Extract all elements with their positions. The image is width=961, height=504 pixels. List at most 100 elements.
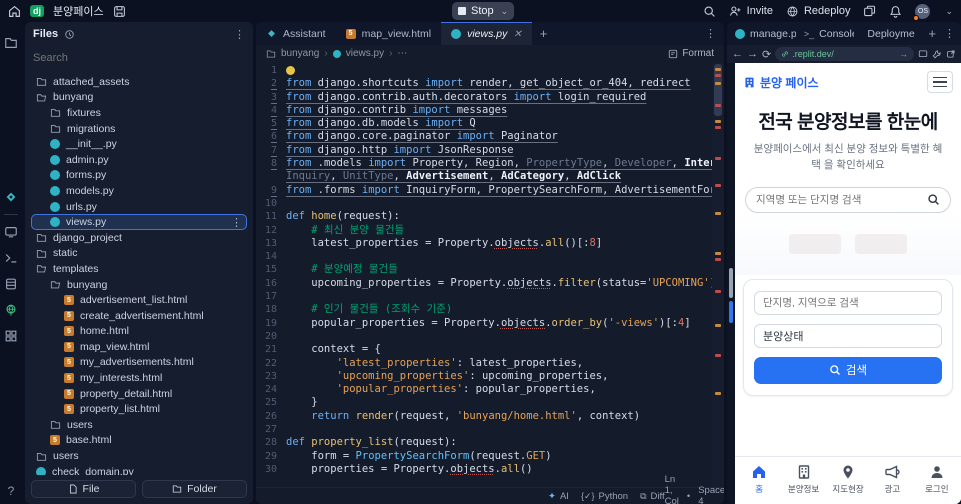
site-logo[interactable]: 분양 페이스 (743, 74, 819, 91)
avatar[interactable]: OS (913, 3, 931, 21)
tree-item-base-html[interactable]: 5 base.html (31, 433, 247, 449)
tree-item-my-interests-html[interactable]: 5 my_interests.html (31, 370, 247, 386)
card-search-input[interactable] (763, 296, 933, 309)
console-icon[interactable] (0, 245, 22, 271)
refresh-icon[interactable]: ⟳ (762, 48, 771, 61)
help-icon[interactable]: ? (0, 478, 22, 504)
code-line: 29 form = PropertySearchForm (request. GET… (264, 449, 552, 462)
editor-menu-icon[interactable]: ⋮ (697, 27, 724, 40)
collapse-icon[interactable] (64, 29, 75, 40)
hamburger-menu-icon[interactable] (927, 71, 953, 93)
card-search-field[interactable] (754, 290, 942, 315)
diff-status[interactable]: ⧉ Diff (640, 491, 665, 502)
tree-item-urls-py[interactable]: urls.py (31, 199, 247, 215)
tree-item-create-advertisement-html[interactable]: 5 create_advertisement.html (31, 308, 247, 324)
tree-item-property-detail-html[interactable]: 5 property_detail.html (31, 386, 247, 402)
go-icon[interactable]: → (899, 49, 908, 59)
right-menu-icon[interactable]: ⋮ (944, 27, 961, 40)
tree-item-advertisement-list-html[interactable]: 5 advertisement_list.html (31, 292, 247, 308)
new-folder-button[interactable]: Folder (142, 480, 247, 498)
megaphone-icon (885, 465, 901, 479)
ai-status[interactable]: ✦ AI (548, 491, 569, 502)
tree-item-forms-py[interactable]: forms.py (31, 168, 247, 184)
tree-item-bunyang[interactable]: bunyang (31, 90, 247, 106)
chevron-down-icon[interactable]: ⌄ (501, 6, 509, 17)
tab-assistant[interactable]: Assistant (256, 22, 336, 45)
tree-item-templates[interactable]: templates (31, 261, 247, 277)
tree-item-attached-assets[interactable]: attached_assets (31, 74, 247, 90)
close-icon[interactable]: ✕ (513, 29, 521, 40)
tree-item-views-py[interactable]: views.py ⋮ (31, 214, 247, 230)
lightbulb-icon[interactable] (286, 66, 295, 75)
tab-console[interactable]: >_ Console (796, 22, 855, 45)
new-tab-icon[interactable]: + (532, 26, 556, 41)
code-line: 11 def home (request): (264, 210, 400, 223)
language-status[interactable]: {✓} Python (581, 491, 628, 502)
apps-grid-icon[interactable] (0, 323, 22, 349)
bell-icon[interactable] (889, 5, 902, 18)
tree-item-static[interactable]: static (31, 246, 247, 262)
devtools-icon[interactable] (918, 49, 928, 59)
tab-map-view[interactable]: 5 map_view.html (336, 22, 441, 45)
tools-icon[interactable] (932, 49, 942, 59)
panels-icon[interactable] (863, 5, 876, 18)
tree-item-home-html[interactable]: 5 home.html (31, 324, 247, 340)
format-button[interactable]: Format (668, 48, 714, 59)
tree-item-fixtures[interactable]: fixtures (31, 105, 247, 121)
nav-map[interactable]: 지도현장 (826, 464, 870, 495)
nav-listings[interactable]: 분양정보 (781, 464, 825, 495)
search-button[interactable]: 검색 (754, 356, 942, 384)
project-title[interactable]: 분양페이스 (53, 3, 104, 19)
tree-item-map-view-html[interactable]: 5 map_view.html (31, 339, 247, 355)
item-menu-icon[interactable]: ⋮ (231, 216, 242, 229)
nav-home[interactable]: 홈 (737, 464, 781, 495)
tree-item-check-domain-py[interactable]: check_domain.py (31, 464, 247, 475)
deployment-icon[interactable] (0, 297, 22, 323)
chevron-down-icon[interactable]: ⌄ (945, 6, 953, 17)
new-file-button[interactable]: File (31, 480, 136, 498)
tree-item-bunyang[interactable]: bunyang (31, 277, 247, 293)
status-select[interactable]: 분양상태 (754, 323, 942, 348)
search-icon[interactable] (703, 5, 716, 18)
url-bar[interactable]: .replit.dev/ → (775, 47, 914, 61)
spaces-setting[interactable]: Spaces: 4 (698, 485, 724, 504)
files-icon[interactable] (0, 30, 22, 56)
tree-item-admin-py[interactable]: admin.py (31, 152, 247, 168)
files-search-input[interactable] (33, 48, 245, 68)
files-menu-icon[interactable]: ⋮ (234, 28, 245, 41)
tree-item-models-py[interactable]: models.py (31, 183, 247, 199)
tree-item-django-project[interactable]: django_project (31, 230, 247, 246)
forward-icon[interactable]: → (747, 48, 758, 60)
open-external-icon[interactable] (946, 49, 956, 59)
save-icon[interactable] (113, 5, 126, 18)
code-editor[interactable]: 1 2 from django.shortcuts import render, g… (256, 62, 724, 487)
stop-button[interactable]: Stop ⌄ (452, 2, 515, 20)
new-tab-icon[interactable]: + (920, 26, 944, 41)
tab-views-py[interactable]: views.py ✕ (441, 22, 532, 45)
webview-scrollbar[interactable] (727, 63, 735, 504)
tab-manage-py[interactable]: manage.py (727, 22, 796, 45)
home-icon[interactable] (8, 5, 21, 18)
tree-item--init-py[interactable]: __init__.py (31, 136, 247, 152)
editor-scrollbar[interactable] (712, 62, 724, 487)
tab-deployment[interactable]: Deployme (854, 22, 920, 45)
redeploy-button[interactable]: Redeploy (786, 5, 850, 18)
back-icon[interactable]: ← (732, 48, 743, 60)
tree-item-my-advertisements-html[interactable]: 5 my_advertisements.html (31, 355, 247, 371)
hero-search[interactable] (745, 186, 951, 213)
database-icon[interactable] (0, 271, 22, 297)
python-file-icon (36, 466, 46, 475)
tree-item-migrations[interactable]: migrations (31, 121, 247, 137)
invite-button[interactable]: Invite (729, 5, 773, 18)
tree-item-property-list-html[interactable]: 5 property_list.html (31, 401, 247, 417)
nav-login[interactable]: 로그인 (915, 464, 959, 495)
assistant-icon[interactable] (0, 184, 22, 210)
tree-item-users[interactable]: users (31, 417, 247, 433)
hero-search-input[interactable] (756, 193, 927, 206)
webview-icon[interactable] (0, 219, 22, 245)
nav-ads[interactable]: 광고 (870, 464, 914, 495)
editor-tab-bar: Assistant 5 map_view.html views.py ✕ + ⋮ (256, 22, 724, 45)
files-search[interactable] (33, 48, 245, 68)
tree-item-users[interactable]: users (31, 448, 247, 464)
html-file-icon: 5 (64, 357, 74, 368)
